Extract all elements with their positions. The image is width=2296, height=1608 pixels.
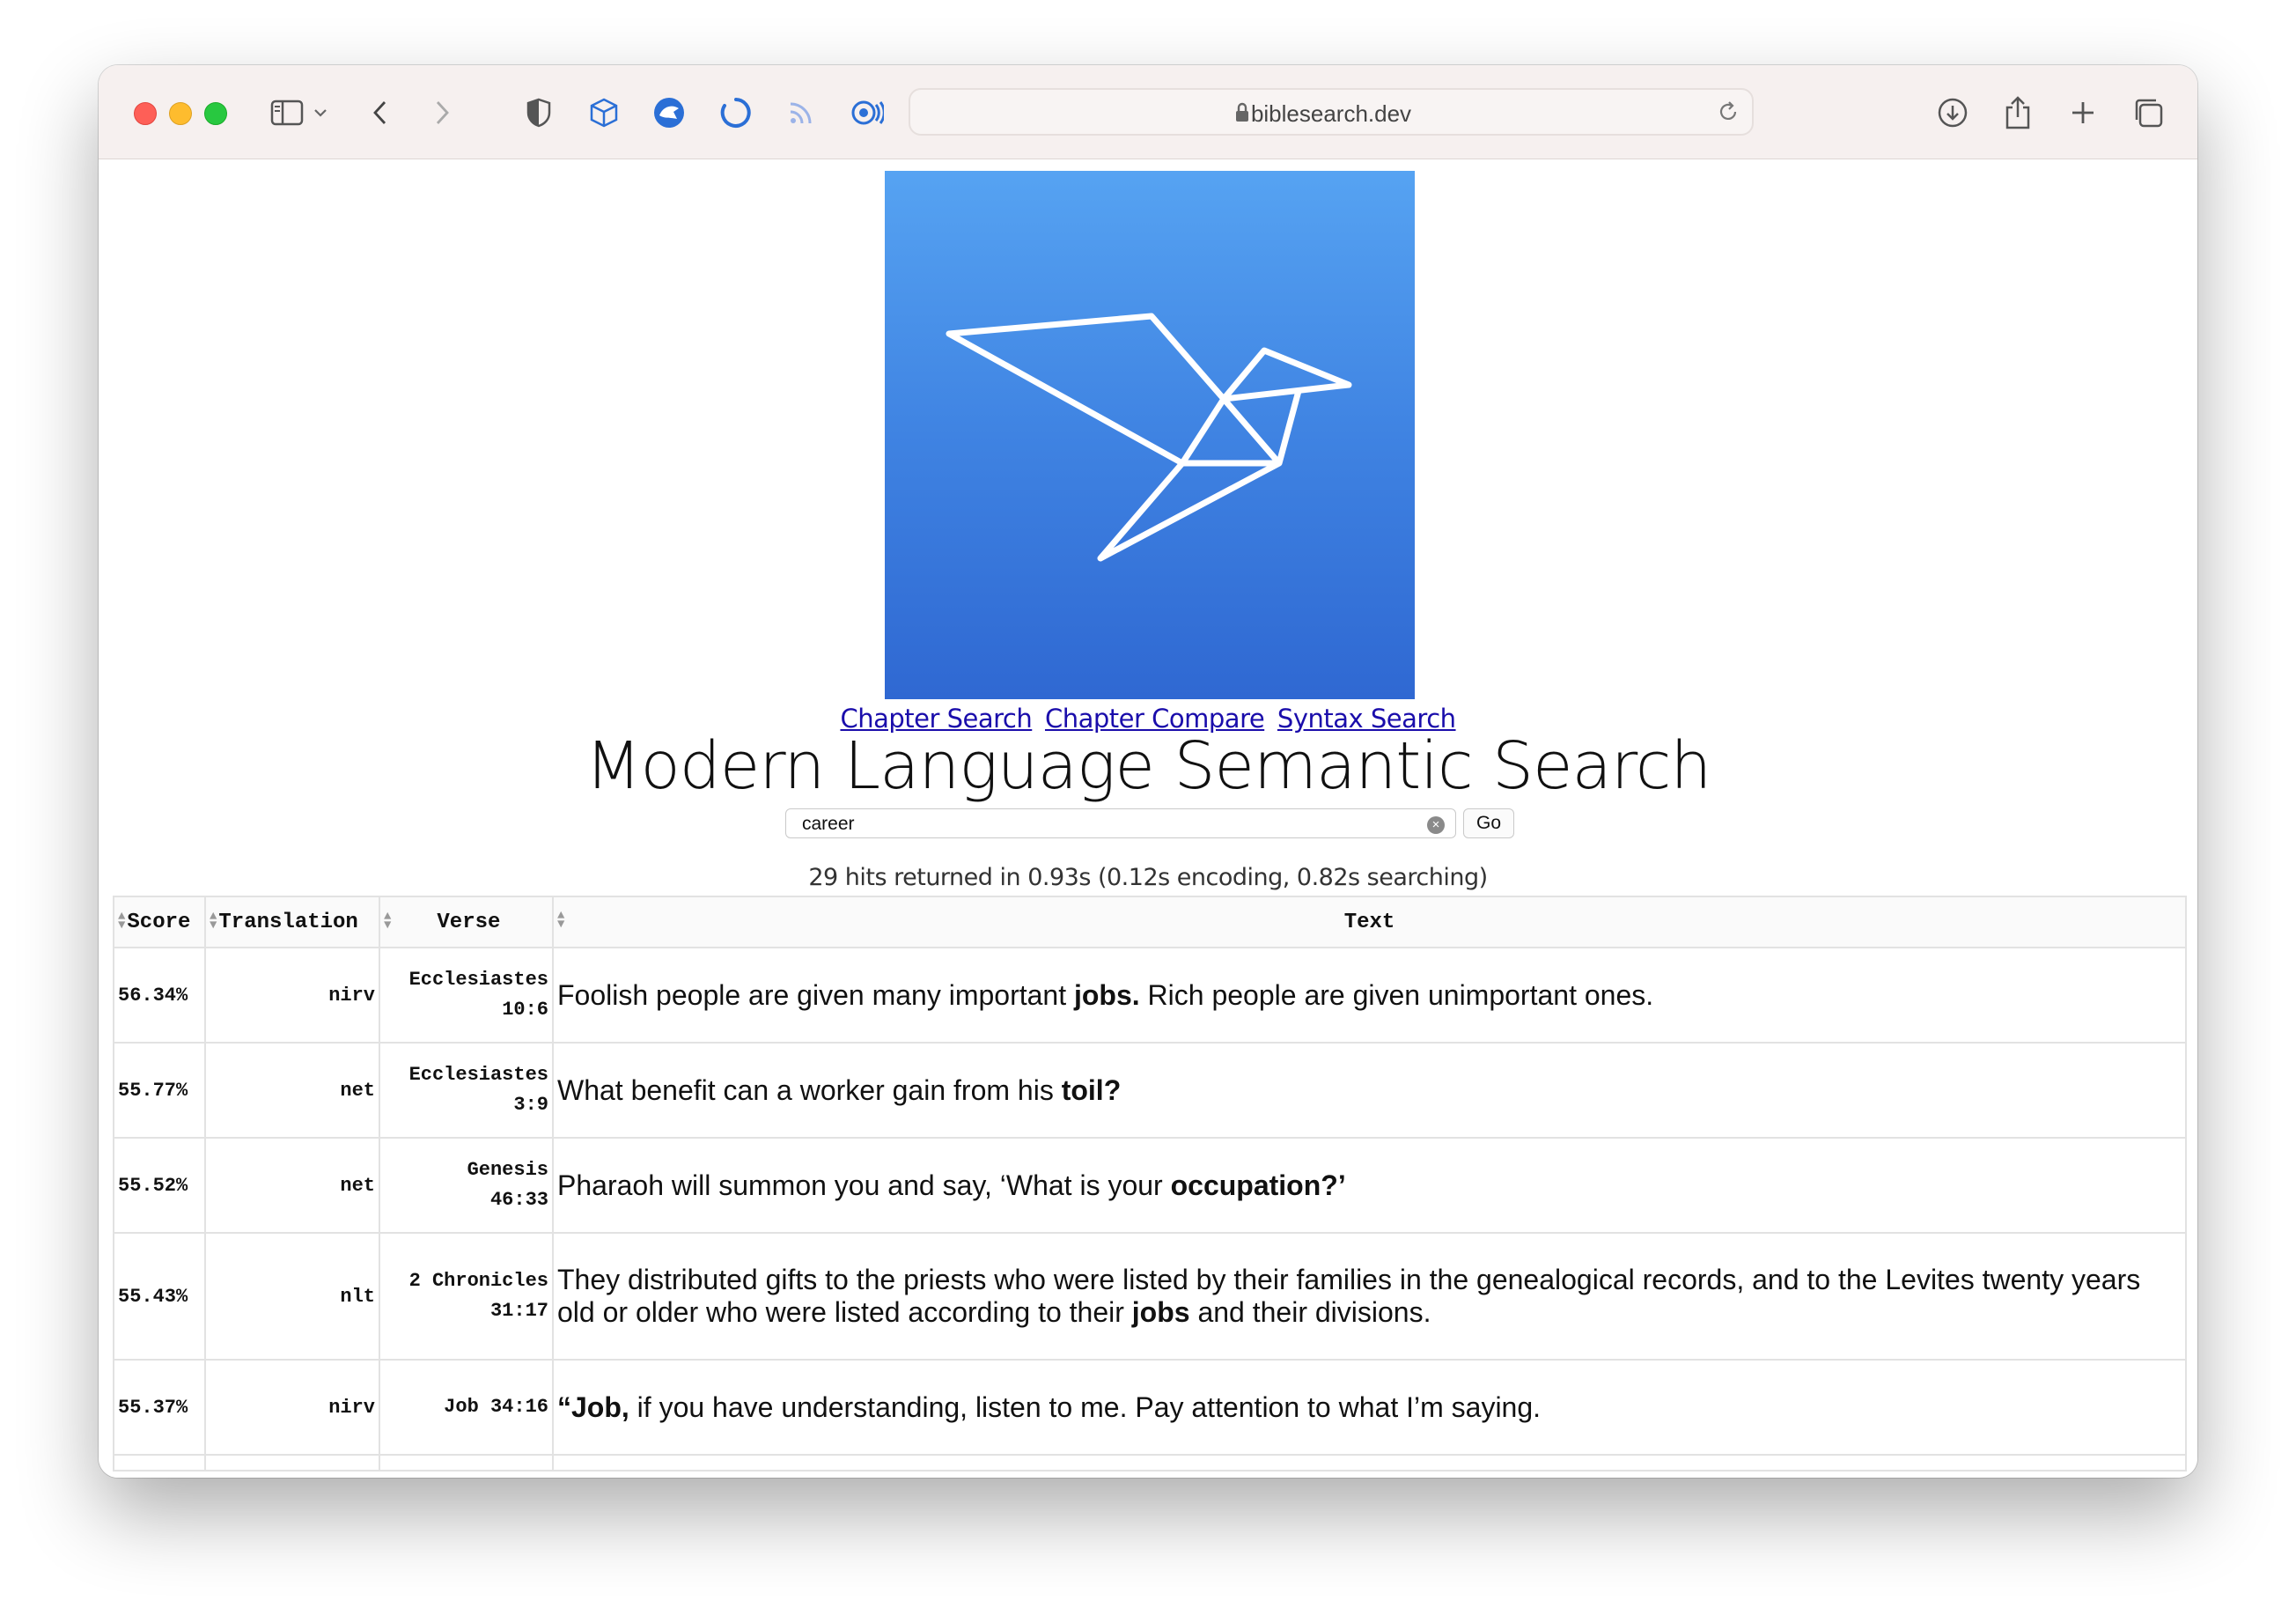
table-row bbox=[113, 1454, 2187, 1472]
verse-book: Job 34:16 bbox=[444, 1396, 548, 1418]
table-row: 55.77% net Ecclesiastes 3:9 What benefit … bbox=[113, 1042, 2187, 1139]
score-column-header[interactable]: ▲ ▼ Score bbox=[113, 896, 206, 948]
sort-icon: ▲ ▼ bbox=[384, 910, 392, 933]
highlight-term: jobs bbox=[1131, 1296, 1190, 1328]
translation-cell: net bbox=[204, 1042, 380, 1139]
table-row: 55.52% net Genesis 46:33 Pharaoh will sum… bbox=[113, 1137, 2187, 1234]
score-cell: 56.34% bbox=[113, 947, 206, 1044]
text-cell: They distributed gifts to the priests wh… bbox=[552, 1232, 2187, 1361]
rss-feed-icon[interactable] bbox=[780, 92, 822, 134]
browser-window: biblesearch.dev Chapter Search Chapter C… bbox=[99, 65, 2197, 1478]
forward-arrow-icon[interactable] bbox=[421, 92, 463, 134]
loading-spinner-icon[interactable] bbox=[715, 92, 757, 134]
address-bar[interactable]: biblesearch.dev bbox=[909, 88, 1754, 136]
page-content: Chapter Search Chapter Compare Syntax Se… bbox=[99, 159, 2197, 1478]
browser-toolbar: biblesearch.dev bbox=[99, 65, 2197, 159]
verse-book: 2 Chronicles bbox=[408, 1270, 548, 1292]
text-cell bbox=[552, 1454, 2187, 1472]
reload-icon[interactable] bbox=[1717, 100, 1740, 128]
share-icon[interactable] bbox=[1997, 92, 2039, 134]
broadcast-extension-icon[interactable] bbox=[845, 92, 887, 134]
verse-ref: 3:9 bbox=[513, 1094, 548, 1116]
page-title: Modern Language Semantic Search bbox=[585, 728, 1712, 804]
table-row: 56.34% nirv Ecclesiastes 10:6 Foolish peo… bbox=[113, 947, 2187, 1044]
sort-icon: ▲ ▼ bbox=[210, 910, 217, 933]
hits-summary: 29 hits returned in 0.93s (0.12s encodin… bbox=[808, 864, 1488, 891]
translation-cell: net bbox=[204, 1137, 380, 1234]
close-window-button[interactable] bbox=[134, 102, 157, 125]
bird-extension-icon[interactable] bbox=[648, 92, 690, 134]
highlight-term: occupation?’ bbox=[1170, 1169, 1346, 1201]
search-form: career × Go bbox=[785, 808, 1516, 840]
highlight-term: toil? bbox=[1061, 1073, 1122, 1106]
text-cell: Foolish people are given many important … bbox=[552, 947, 2187, 1044]
verse-cell: 2 Chronicles 31:17 bbox=[379, 1232, 554, 1361]
score-cell: 55.52% bbox=[113, 1137, 206, 1234]
verse-ref: 46:33 bbox=[489, 1189, 548, 1211]
table-row: 55.37% nirv Job 34:16 “Job, if you have … bbox=[113, 1359, 2187, 1456]
tab-overview-icon[interactable] bbox=[2127, 92, 2169, 134]
go-button[interactable]: Go bbox=[1463, 808, 1514, 838]
text-cell: “Job, if you have understanding, listen … bbox=[552, 1359, 2187, 1456]
text-column-header[interactable]: ▲ ▼ Text bbox=[552, 896, 2187, 948]
verse-book: Ecclesiastes bbox=[408, 969, 548, 991]
score-cell: 55.37% bbox=[113, 1359, 206, 1456]
verse-cell: Job 34:16 bbox=[379, 1359, 554, 1456]
text-cell: What benefit can a worker gain from his … bbox=[552, 1042, 2187, 1139]
download-icon[interactable] bbox=[1932, 92, 1974, 134]
verse-book: Genesis bbox=[467, 1159, 548, 1181]
search-input-value: career bbox=[802, 814, 855, 834]
sort-icon: ▲ ▼ bbox=[118, 910, 126, 933]
verse-cell: Genesis 46:33 bbox=[379, 1137, 554, 1234]
table-header-row: ▲ ▼ Score ▲ ▼ Translation ▲ ▼ Verse ▲ ▼ Text bbox=[113, 896, 2187, 948]
minimize-window-button[interactable] bbox=[169, 102, 192, 125]
verse-cell: Ecclesiastes 10:6 bbox=[379, 947, 554, 1044]
address-url: biblesearch.dev bbox=[1250, 100, 1412, 127]
score-cell: 55.77% bbox=[113, 1042, 206, 1139]
zoom-window-button[interactable] bbox=[204, 102, 227, 125]
chevron-down-icon[interactable] bbox=[308, 92, 333, 134]
shield-icon[interactable] bbox=[518, 92, 560, 134]
translation-cell: nlt bbox=[204, 1232, 380, 1361]
cube-extension-icon[interactable] bbox=[583, 92, 625, 134]
table-row: 55.43% nlt 2 Chronicles 31:17 They distri… bbox=[113, 1232, 2187, 1361]
score-cell bbox=[113, 1454, 206, 1472]
search-input[interactable]: career × bbox=[785, 808, 1456, 838]
clear-search-icon[interactable]: × bbox=[1427, 816, 1445, 834]
highlight-term: “Job, bbox=[557, 1390, 629, 1423]
verse-column-header[interactable]: ▲ ▼ Verse bbox=[379, 896, 554, 948]
text-cell: Pharaoh will summon you and say, ‘What i… bbox=[552, 1137, 2187, 1234]
new-tab-plus-icon[interactable] bbox=[2062, 92, 2104, 134]
results-table: ▲ ▼ Score ▲ ▼ Translation ▲ ▼ Verse ▲ ▼ Text 56.… bbox=[113, 896, 2187, 1472]
sort-icon: ▲ ▼ bbox=[557, 909, 565, 932]
site-logo bbox=[885, 171, 1415, 699]
verse-cell: Ecclesiastes 3:9 bbox=[379, 1042, 554, 1139]
score-cell: 55.43% bbox=[113, 1232, 206, 1361]
verse-ref: 31:17 bbox=[489, 1300, 548, 1322]
verse-cell bbox=[379, 1454, 554, 1472]
translation-cell bbox=[204, 1454, 380, 1472]
translation-cell: nirv bbox=[204, 1359, 380, 1456]
highlight-term: jobs. bbox=[1073, 978, 1140, 1011]
translation-cell: nirv bbox=[204, 947, 380, 1044]
back-arrow-icon[interactable] bbox=[359, 92, 401, 134]
verse-ref: 10:6 bbox=[502, 999, 548, 1021]
verse-book: Ecclesiastes bbox=[408, 1064, 548, 1086]
sidebar-toggle-icon[interactable] bbox=[266, 92, 308, 134]
translation-column-header[interactable]: ▲ ▼ Translation bbox=[204, 896, 380, 948]
